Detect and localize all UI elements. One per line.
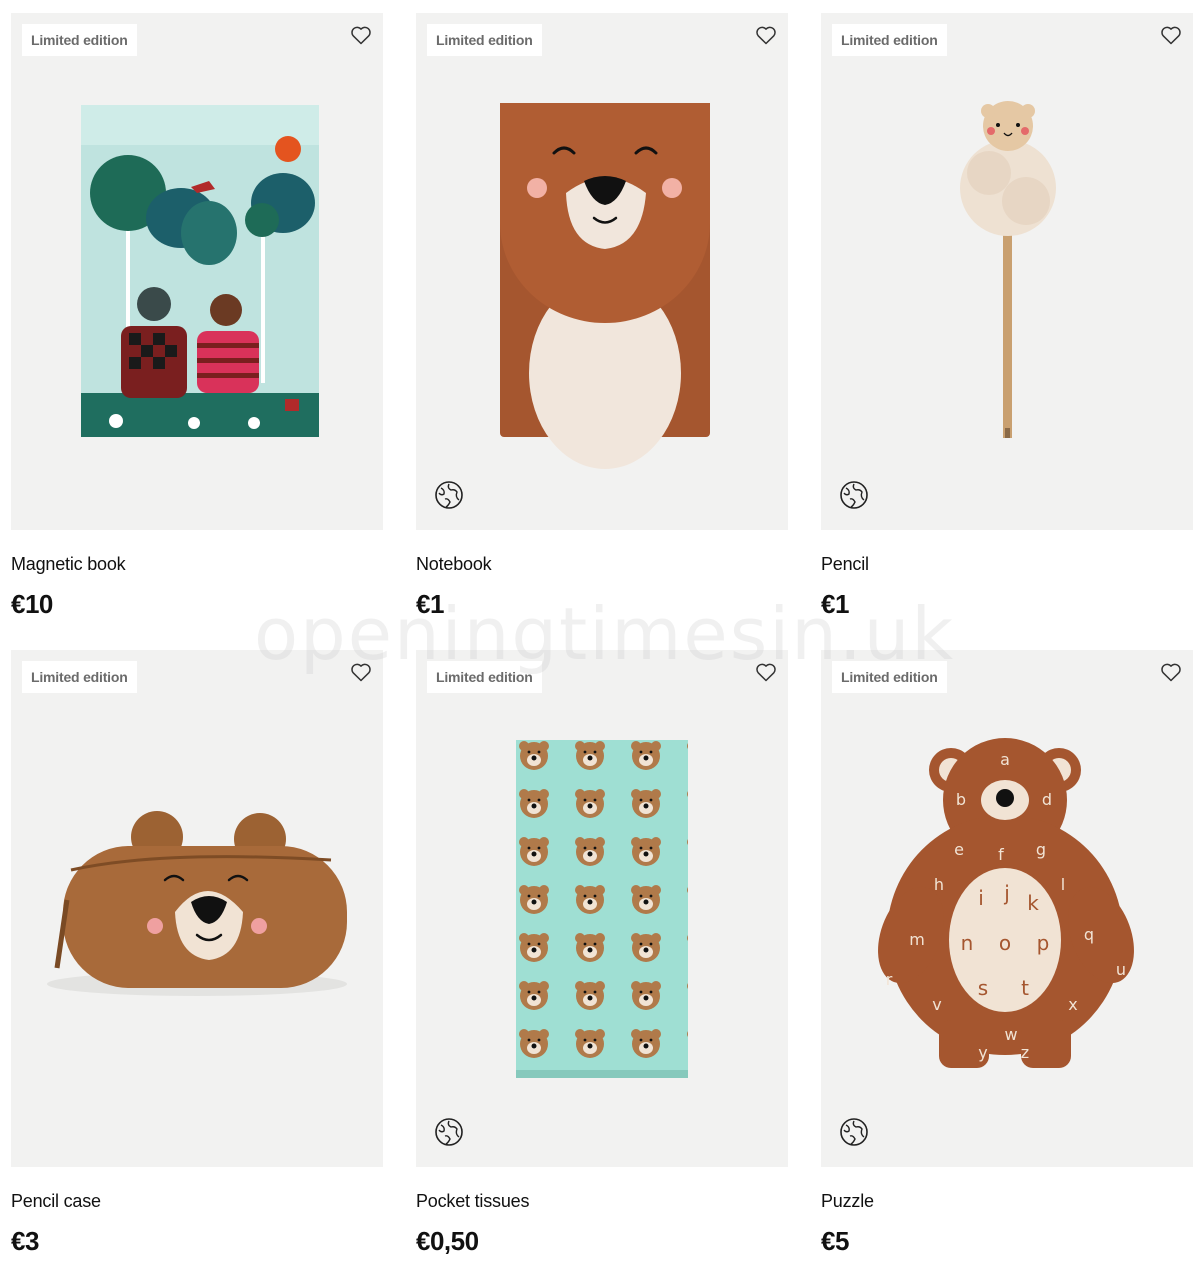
heart-icon[interactable]	[349, 23, 373, 47]
magnetic-book-image	[81, 105, 319, 437]
svg-text:i: i	[978, 886, 984, 910]
product-card-pencil-case[interactable]: Limited edition Pencil case €3	[11, 650, 383, 1260]
heart-icon[interactable]	[754, 23, 778, 47]
svg-text:j: j	[1003, 881, 1010, 905]
limited-edition-badge: Limited edition	[832, 24, 947, 56]
pencil-image	[960, 101, 1056, 438]
limited-edition-badge: Limited edition	[22, 24, 137, 56]
limited-edition-badge: Limited edition	[427, 661, 542, 693]
pocket-tissues-image	[516, 740, 688, 1078]
heart-icon[interactable]	[1159, 660, 1183, 684]
svg-text:g: g	[1036, 840, 1046, 859]
heart-icon[interactable]	[754, 660, 778, 684]
product-image-frame[interactable]: Limited edition	[416, 650, 788, 1167]
product-card-magnetic-book[interactable]: Limited edition Magnetic book €10	[11, 13, 383, 623]
product-name[interactable]: Puzzle	[821, 1191, 874, 1212]
product-card-pocket-tissues[interactable]: Limited edition Pocket tissues €0,50	[416, 650, 788, 1260]
product-name[interactable]: Pencil	[821, 554, 869, 575]
limited-edition-badge: Limited edition	[427, 24, 542, 56]
product-name[interactable]: Pocket tissues	[416, 1191, 529, 1212]
svg-text:m: m	[909, 930, 925, 949]
pencil-case-image	[47, 811, 347, 996]
limited-edition-badge: Limited edition	[22, 661, 137, 693]
limited-edition-badge: Limited edition	[832, 661, 947, 693]
svg-text:v: v	[932, 995, 941, 1014]
product-price: €1	[821, 589, 849, 619]
svg-text:n: n	[961, 931, 974, 955]
product-name[interactable]: Pencil case	[11, 1191, 101, 1212]
product-image-frame[interactable]: Limited edition	[821, 13, 1193, 530]
svg-text:o: o	[999, 931, 1011, 955]
heart-icon[interactable]	[349, 660, 373, 684]
product-price: €3	[11, 1226, 39, 1256]
product-image-frame[interactable]: a b d e f g h l i j k m q n o p u r s t	[821, 650, 1193, 1167]
puzzle-image: a b d e f g h l i j k m q n o p u r s t	[878, 738, 1134, 1068]
svg-text:q: q	[1084, 925, 1094, 944]
product-price: €5	[821, 1226, 849, 1256]
product-name[interactable]: Notebook	[416, 554, 492, 575]
svg-text:k: k	[1027, 891, 1039, 915]
product-image-frame[interactable]: Limited edition	[11, 13, 383, 530]
svg-text:a: a	[1000, 750, 1010, 769]
product-price: €10	[11, 589, 53, 619]
svg-text:t: t	[1021, 976, 1029, 1000]
product-image-frame[interactable]: Limited edition	[416, 13, 788, 530]
svg-text:e: e	[954, 840, 964, 859]
globe-icon	[840, 481, 868, 509]
svg-text:w: w	[1004, 1025, 1017, 1044]
product-price: €0,50	[416, 1226, 479, 1256]
product-card-notebook[interactable]: Limited edition Notebook €1	[416, 13, 788, 623]
globe-icon	[435, 1118, 463, 1146]
product-card-puzzle[interactable]: a b d e f g h l i j k m q n o p u r s t	[821, 650, 1193, 1260]
product-name[interactable]: Magnetic book	[11, 554, 126, 575]
svg-text:s: s	[978, 976, 988, 1000]
heart-icon[interactable]	[1159, 23, 1183, 47]
svg-text:r: r	[886, 970, 893, 989]
svg-text:d: d	[1042, 790, 1052, 809]
globe-icon	[840, 1118, 868, 1146]
svg-text:u: u	[1116, 960, 1126, 979]
notebook-image	[500, 103, 710, 469]
svg-text:x: x	[1068, 995, 1077, 1014]
product-price: €1	[416, 589, 444, 619]
svg-text:b: b	[956, 790, 966, 809]
product-image-frame[interactable]: Limited edition	[11, 650, 383, 1167]
svg-text:l: l	[1061, 875, 1065, 894]
svg-text:h: h	[934, 875, 944, 894]
svg-text:p: p	[1037, 931, 1050, 955]
globe-icon	[435, 481, 463, 509]
product-card-pencil[interactable]: Limited edition Pencil €1	[821, 13, 1193, 623]
svg-text:y: y	[978, 1043, 987, 1062]
svg-text:z: z	[1021, 1043, 1029, 1062]
svg-text:f: f	[998, 845, 1004, 864]
